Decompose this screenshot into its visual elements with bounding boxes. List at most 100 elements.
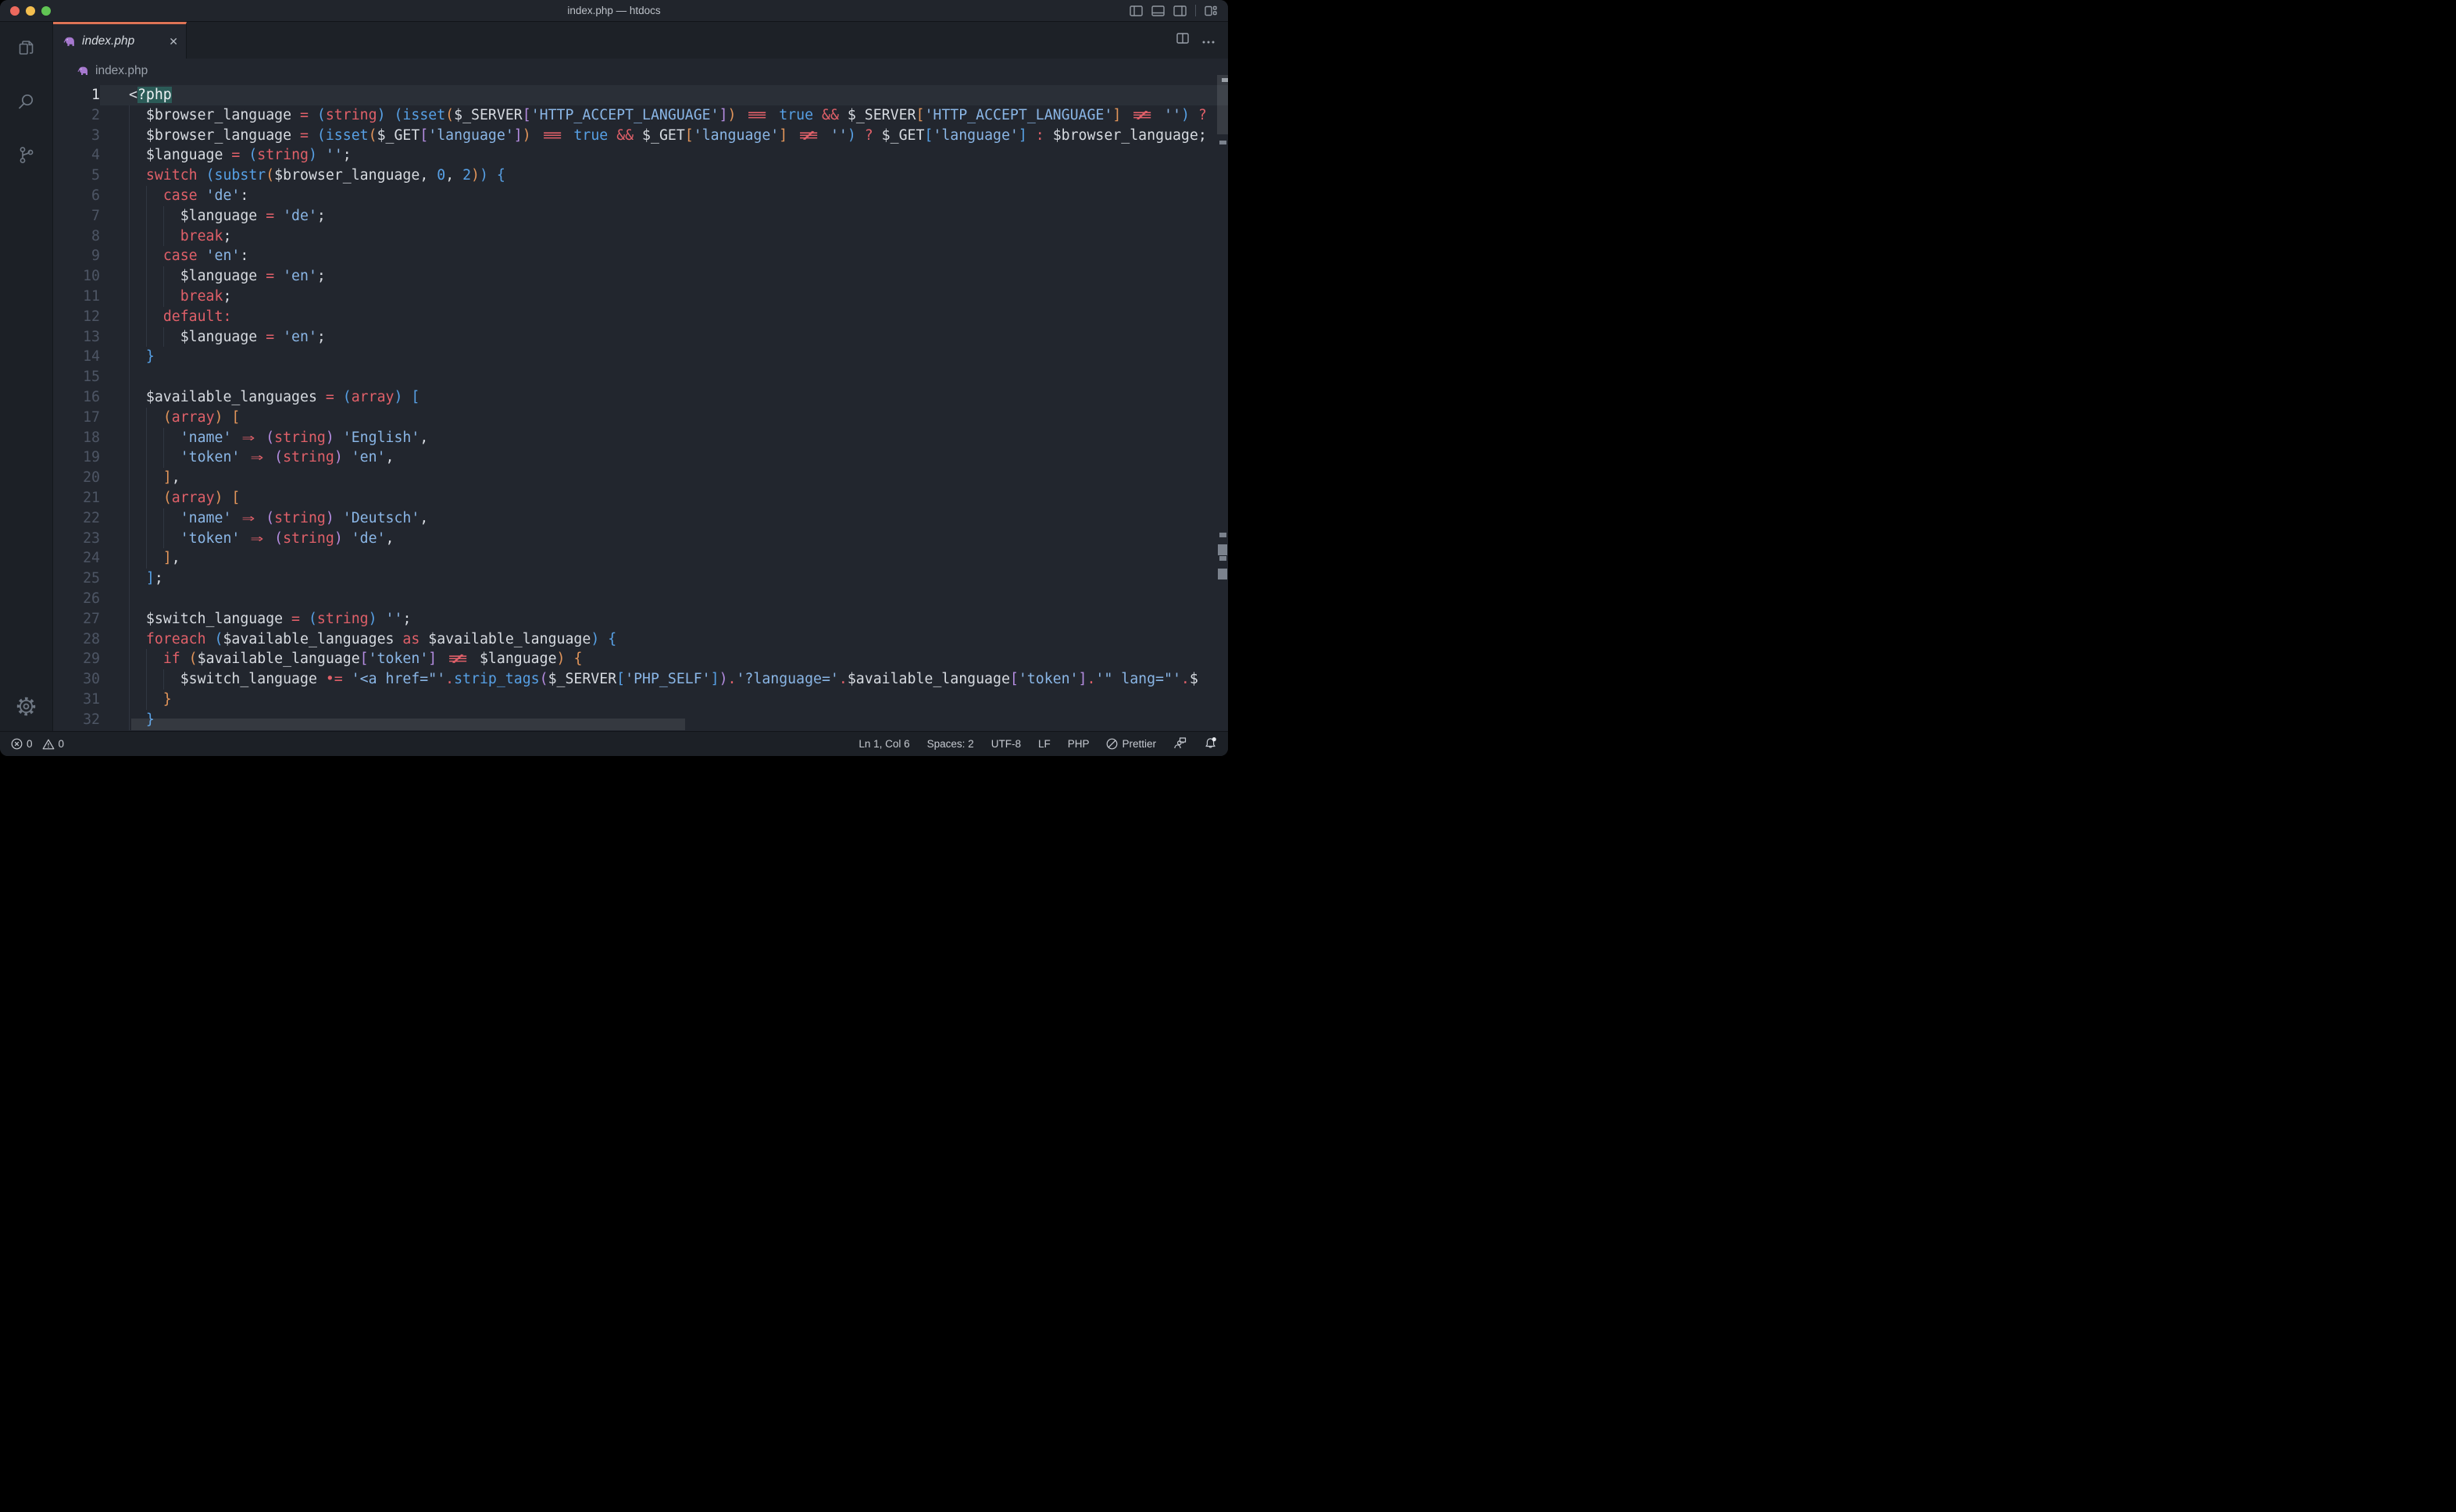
code-editor[interactable]: 1 <?php 2 $browser_language = (string) (is… xyxy=(53,83,1228,731)
line-content[interactable]: 'token' ⇒ (string) 'de', xyxy=(100,528,1228,549)
problems-warnings[interactable]: 0 xyxy=(42,738,64,750)
line-number[interactable]: 1 xyxy=(53,85,100,105)
line-content[interactable]: $browser_language = (string) (isset($_SE… xyxy=(100,105,1228,126)
line-number[interactable]: 14 xyxy=(53,347,100,367)
search-icon[interactable] xyxy=(11,86,42,117)
line-content[interactable]: $language = 'en'; xyxy=(100,326,1228,348)
settings-gear-icon[interactable] xyxy=(11,690,42,722)
code-line[interactable]: 4 $language = (string) ''; xyxy=(53,145,1228,166)
line-number[interactable]: 32 xyxy=(53,710,100,730)
code-line[interactable]: 12 default: xyxy=(53,306,1228,327)
line-number[interactable]: 26 xyxy=(53,589,100,609)
code-line[interactable]: 6 case 'de': xyxy=(53,185,1228,206)
code-line[interactable]: 14 } xyxy=(53,347,1228,368)
tab-index-php[interactable]: index.php ✕ xyxy=(53,22,187,59)
cursor-position[interactable]: Ln 1, Col 6 xyxy=(859,738,909,750)
line-number[interactable]: 7 xyxy=(53,206,100,226)
line-content[interactable]: $browser_language = (isset($_GET['langua… xyxy=(100,125,1228,146)
code-line[interactable]: 17 (array) [ xyxy=(53,407,1228,428)
explorer-icon[interactable] xyxy=(11,33,42,64)
line-content[interactable]: $language = 'de'; xyxy=(100,205,1228,226)
code-line[interactable]: 11 break; xyxy=(53,286,1228,307)
code-line[interactable]: 20 ], xyxy=(53,468,1228,488)
code-line[interactable]: 28 foreach ($available_languages as $ava… xyxy=(53,629,1228,650)
line-content[interactable]: $switch_language •= '<a href="'.strip_ta… xyxy=(100,669,1228,690)
code-line[interactable]: 18 'name' ⇒ (string) 'English', xyxy=(53,427,1228,448)
code-line[interactable]: 19 'token' ⇒ (string) 'en', xyxy=(53,448,1228,469)
more-actions-icon[interactable] xyxy=(1202,34,1215,48)
code-line[interactable]: 21 (array) [ xyxy=(53,487,1228,508)
line-content[interactable] xyxy=(100,588,1228,609)
code-line[interactable]: 25 ]; xyxy=(53,569,1228,589)
line-content[interactable]: break; xyxy=(100,226,1228,247)
notifications-bell-icon[interactable] xyxy=(1204,736,1217,752)
line-number[interactable]: 21 xyxy=(53,488,100,508)
line-content[interactable]: foreach ($available_languages as $availa… xyxy=(100,629,1228,650)
line-content[interactable]: (array) [ xyxy=(100,487,1228,508)
breadcrumb-file[interactable]: index.php xyxy=(95,64,148,78)
code-line[interactable]: 27 $switch_language = (string) ''; xyxy=(53,608,1228,629)
line-number[interactable]: 31 xyxy=(53,690,100,710)
code-line[interactable]: 30 $switch_language •= '<a href="'.strip… xyxy=(53,669,1228,690)
language-mode[interactable]: PHP xyxy=(1068,738,1090,750)
line-content[interactable]: break; xyxy=(100,286,1228,307)
problems-errors[interactable]: 0 xyxy=(11,738,33,750)
line-content[interactable]: $switch_language = (string) ''; xyxy=(100,608,1228,629)
line-number[interactable]: 13 xyxy=(53,327,100,348)
line-number[interactable]: 8 xyxy=(53,226,100,247)
line-number[interactable]: 5 xyxy=(53,166,100,186)
line-number[interactable]: 30 xyxy=(53,669,100,690)
line-number[interactable]: 29 xyxy=(53,649,100,669)
eol-setting[interactable]: LF xyxy=(1038,738,1051,750)
horizontal-scrollbar[interactable] xyxy=(131,719,685,730)
tab-close-icon[interactable]: ✕ xyxy=(169,36,178,47)
line-content[interactable]: case 'de': xyxy=(100,185,1228,206)
line-content[interactable]: $available_languages = (array) [ xyxy=(100,387,1228,408)
line-content[interactable]: $language = 'en'; xyxy=(100,266,1228,287)
vertical-scrollbar-thumb[interactable] xyxy=(1217,75,1228,134)
formatter-status[interactable]: Prettier xyxy=(1106,738,1156,750)
code-line[interactable]: 29 if ($available_language['token'] ≢ $l… xyxy=(53,649,1228,670)
line-number[interactable]: 17 xyxy=(53,408,100,428)
line-number[interactable]: 12 xyxy=(53,307,100,327)
line-content[interactable]: 'name' ⇒ (string) 'English', xyxy=(100,427,1228,448)
line-number[interactable]: 2 xyxy=(53,105,100,126)
line-content[interactable]: } xyxy=(100,689,1228,710)
line-content[interactable]: } xyxy=(100,347,1228,368)
code-line[interactable]: 15 xyxy=(53,367,1228,387)
line-content[interactable]: $language = (string) ''; xyxy=(100,145,1228,166)
code-line[interactable]: 10 $language = 'en'; xyxy=(53,266,1228,287)
line-number[interactable]: 19 xyxy=(53,448,100,468)
line-content[interactable]: switch (substr($browser_language, 0, 2))… xyxy=(100,166,1228,186)
code-area[interactable]: 1 <?php 2 $browser_language = (string) (is… xyxy=(53,85,1228,730)
line-content[interactable]: 'token' ⇒ (string) 'en', xyxy=(100,448,1228,469)
line-content[interactable]: if ($available_language['token'] ≢ $lang… xyxy=(100,649,1228,670)
line-number[interactable]: 27 xyxy=(53,609,100,629)
line-content[interactable]: <?php xyxy=(100,85,1228,105)
line-content[interactable]: default: xyxy=(100,306,1228,327)
line-number[interactable]: 3 xyxy=(53,126,100,146)
code-line[interactable]: 23 'token' ⇒ (string) 'de', xyxy=(53,528,1228,549)
line-number[interactable]: 9 xyxy=(53,246,100,266)
line-number[interactable]: 25 xyxy=(53,569,100,589)
code-line[interactable]: 7 $language = 'de'; xyxy=(53,205,1228,226)
line-number[interactable]: 22 xyxy=(53,508,100,529)
line-number[interactable]: 16 xyxy=(53,387,100,408)
line-content[interactable]: ]; xyxy=(100,569,1228,589)
vertical-scrollbar[interactable] xyxy=(1217,59,1228,731)
source-control-icon[interactable] xyxy=(11,139,42,170)
line-number[interactable]: 6 xyxy=(53,186,100,206)
code-line[interactable]: 26 xyxy=(53,588,1228,609)
breadcrumb[interactable]: index.php xyxy=(53,59,1228,83)
line-content[interactable]: ], xyxy=(100,548,1228,569)
line-number[interactable]: 28 xyxy=(53,629,100,650)
split-editor-icon[interactable] xyxy=(1176,33,1189,48)
code-line[interactable]: 5 switch (substr($browser_language, 0, 2… xyxy=(53,166,1228,186)
code-line[interactable]: 8 break; xyxy=(53,226,1228,247)
line-number[interactable]: 15 xyxy=(53,367,100,387)
line-number[interactable]: 23 xyxy=(53,529,100,549)
line-number[interactable]: 10 xyxy=(53,266,100,287)
code-line[interactable]: 22 'name' ⇒ (string) 'Deutsch', xyxy=(53,508,1228,529)
code-line[interactable]: 2 $browser_language = (string) (isset($_… xyxy=(53,105,1228,126)
encoding-setting[interactable]: UTF-8 xyxy=(991,738,1021,750)
